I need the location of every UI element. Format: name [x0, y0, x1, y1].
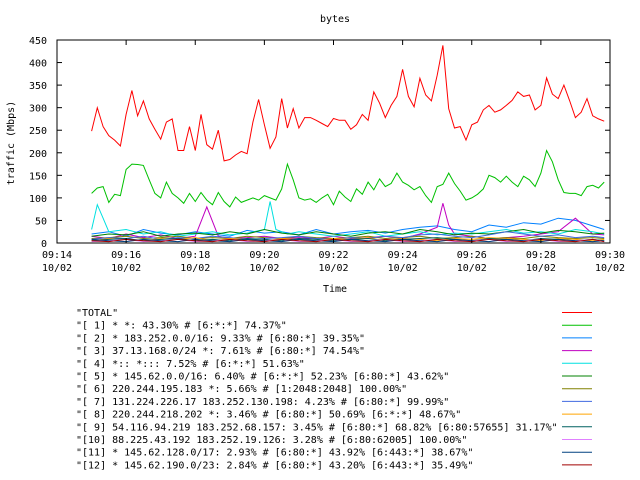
y-axis-label: traffic (Mbps) [6, 101, 17, 185]
legend-label: "[ 5] * 145.62.0.0/16: 6.40% # [6:*:*] 5… [76, 372, 449, 383]
x-tick-label-time: 09:24 [388, 250, 418, 261]
x-tick-label-date: 10/02 [595, 263, 625, 274]
legend-label: "[ 8] 220.244.218.202 *: 3.46% # [6:80:*… [76, 410, 461, 421]
y-tick-label: 50 [35, 216, 47, 227]
x-tick-label-time: 09:28 [526, 250, 556, 261]
legend-label: "[ 3] 37.13.168.0/24 *: 7.61% # [6:80:*]… [76, 346, 365, 357]
y-tick-label: 300 [29, 104, 47, 115]
y-tick-label: 0 [41, 239, 47, 250]
x-tick-label-date: 10/02 [526, 263, 556, 274]
y-tick-label: 350 [29, 81, 47, 92]
y-tick-label: 100 [29, 194, 47, 205]
x-tick-label-time: 09:22 [318, 250, 348, 261]
line-chart: bytes traffic (Mbps) Time 0 50 100 150 200 25… [0, 0, 640, 480]
x-tick-label-date: 10/02 [42, 263, 72, 274]
x-tick-label-date: 10/02 [457, 263, 487, 274]
chart-title: bytes [320, 14, 350, 25]
y-tick-label: 450 [29, 36, 47, 47]
legend-label: "[10] 88.225.43.192 183.252.19.126: 3.28… [76, 435, 467, 446]
legend-label: "[ 7] 131.224.226.17 183.252.130.198: 4.… [76, 397, 449, 408]
x-tick-label-date: 10/02 [388, 263, 418, 274]
x-tick-label-time: 09:18 [180, 250, 210, 261]
x-tick-label-date: 10/02 [249, 263, 279, 274]
x-tick-label-date: 10/02 [111, 263, 141, 274]
y-tick-label: 150 [29, 171, 47, 182]
x-tick-label-time: 09:30 [595, 250, 625, 261]
x-tick-label-date: 10/02 [318, 263, 348, 274]
legend-label: "[ 4] *:: *::: 7.52% # [6:*:*] 51.63%" [76, 359, 305, 370]
x-tick-label-time: 09:20 [249, 250, 279, 261]
legend-label: "TOTAL" [76, 308, 118, 319]
y-tick-label: 250 [29, 126, 47, 137]
legend-label: "[ 1] * *: 43.30% # [6:*:*] 74.37%" [76, 321, 287, 332]
y-tick-label: 200 [29, 149, 47, 160]
legend-label: "[ 2] * 183.252.0.0/16: 9.33% # [6:80:*]… [76, 333, 365, 344]
legend-label: "[ 9] 54.116.94.219 183.252.68.157: 3.45… [76, 422, 558, 433]
x-tick-label-time: 09:26 [457, 250, 487, 261]
x-tick-label-date: 10/02 [180, 263, 210, 274]
legend-label: "[11] * 145.62.128.0/17: 2.93% # [6:80:*… [76, 448, 473, 459]
x-axis-label: Time [323, 284, 347, 295]
chart-root: bytes traffic (Mbps) Time 0 50 100 150 200 25… [0, 0, 640, 480]
x-tick-label-time: 09:14 [42, 250, 72, 261]
y-tick-label: 400 [29, 59, 47, 70]
legend-label: "[ 6] 220.244.195.183 *: 5.66% # [1:2048… [76, 384, 407, 395]
x-tick-label-time: 09:16 [111, 250, 141, 261]
legend-label: "[12] * 145.62.190.0/23: 2.84% # [6:80:*… [76, 460, 473, 471]
